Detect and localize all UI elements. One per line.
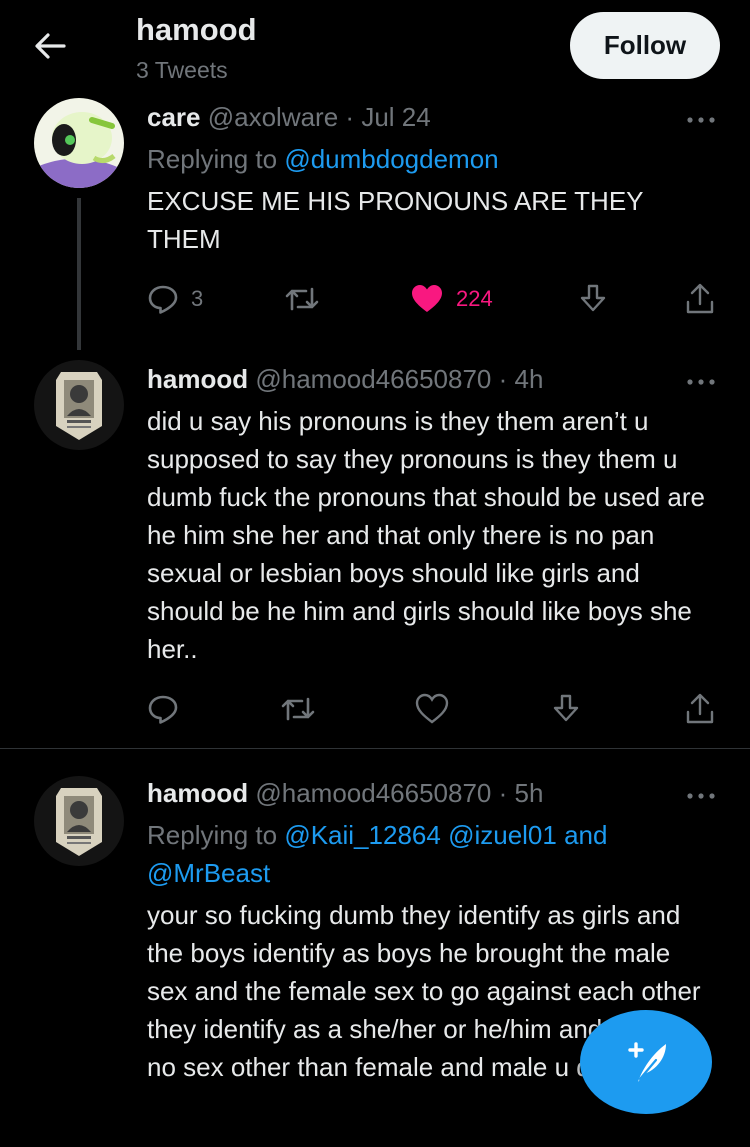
tweet-actions bbox=[0, 692, 750, 732]
more-horizontal-icon bbox=[687, 793, 715, 799]
author-name[interactable]: hamood bbox=[147, 364, 248, 394]
like-button[interactable]: 224 bbox=[410, 282, 493, 316]
mention-link[interactable]: @Kaii_12864 bbox=[284, 820, 441, 850]
tweet-time[interactable]: 4h bbox=[515, 364, 544, 394]
more-button[interactable] bbox=[686, 788, 716, 799]
tweet-time[interactable]: Jul 24 bbox=[361, 102, 430, 132]
compose-tweet-icon bbox=[628, 1042, 666, 1082]
more-horizontal-icon bbox=[687, 379, 715, 385]
bookmark-download-icon bbox=[553, 694, 579, 722]
replying-prefix: Replying to bbox=[147, 144, 278, 174]
tweet-header: hamood @hamood46650870 · 4h bbox=[147, 364, 543, 395]
bookmark-download-icon bbox=[580, 284, 606, 312]
separator: · bbox=[498, 364, 508, 394]
like-button[interactable] bbox=[415, 692, 449, 726]
separator: · bbox=[498, 778, 508, 808]
bookmark-button[interactable] bbox=[551, 692, 581, 726]
player-card-avatar bbox=[34, 360, 124, 450]
author-handle[interactable]: @axolware bbox=[208, 102, 338, 132]
avatar[interactable] bbox=[34, 360, 124, 450]
avatar[interactable] bbox=[34, 776, 124, 866]
player-card-avatar bbox=[34, 776, 124, 866]
reply-bubble-icon bbox=[148, 285, 178, 314]
retweet-button[interactable] bbox=[284, 282, 320, 316]
tweet-header: hamood @hamood46650870 · 5h bbox=[147, 778, 543, 809]
tweet-actions: 3 224 bbox=[0, 282, 750, 322]
more-horizontal-icon bbox=[687, 117, 715, 123]
mention-conjunction[interactable]: and bbox=[564, 820, 607, 850]
replying-to: Replying to @dumbdogdemon bbox=[147, 140, 667, 178]
tweet-1[interactable]: care @axolware · Jul 24 Replying to @dum… bbox=[0, 0, 750, 360]
share-icon bbox=[686, 693, 714, 724]
replying-prefix: Replying to bbox=[147, 820, 278, 850]
retweet-icon bbox=[285, 287, 319, 311]
compose-tweet-button[interactable] bbox=[580, 1010, 712, 1114]
heart-icon bbox=[412, 285, 442, 312]
share-button[interactable] bbox=[684, 282, 716, 316]
avatar[interactable] bbox=[34, 98, 124, 188]
author-name[interactable]: care bbox=[147, 102, 201, 132]
thread-line bbox=[77, 198, 81, 350]
reply-button[interactable] bbox=[147, 692, 179, 726]
tweet-header: care @axolware · Jul 24 bbox=[147, 102, 431, 133]
separator: · bbox=[345, 102, 355, 132]
author-handle[interactable]: @hamood46650870 bbox=[255, 364, 491, 394]
mention-link[interactable]: @MrBeast bbox=[147, 858, 270, 888]
bookmark-button[interactable] bbox=[578, 282, 608, 316]
author-name[interactable]: hamood bbox=[147, 778, 248, 808]
tweet-2[interactable]: hamood @hamood46650870 · 4h did u say hi… bbox=[0, 360, 750, 748]
more-button[interactable] bbox=[686, 112, 716, 123]
tweet-text: did u say his pronouns is they them aren… bbox=[147, 406, 705, 664]
reply-bubble-icon bbox=[148, 695, 178, 724]
author-handle[interactable]: @hamood46650870 bbox=[255, 778, 491, 808]
divider bbox=[0, 748, 750, 749]
retweet-icon bbox=[281, 697, 315, 721]
heart-icon bbox=[415, 693, 449, 724]
share-icon bbox=[686, 283, 714, 314]
share-button[interactable] bbox=[684, 692, 716, 726]
cartoon-character-avatar bbox=[34, 98, 124, 188]
reply-button[interactable]: 3 bbox=[147, 282, 203, 316]
like-count: 224 bbox=[456, 286, 493, 311]
mention-link[interactable]: @dumbdogdemon bbox=[284, 144, 498, 174]
replying-to: Replying to @Kaii_12864 @izuel01 and @Mr… bbox=[147, 816, 667, 892]
tweet-time[interactable]: 5h bbox=[515, 778, 544, 808]
retweet-button[interactable] bbox=[280, 692, 316, 726]
reply-count: 3 bbox=[191, 286, 204, 311]
tweet-text: EXCUSE ME HIS PRONOUNS ARE THEY THEM bbox=[147, 186, 644, 254]
more-button[interactable] bbox=[686, 374, 716, 385]
mention-link[interactable]: @izuel01 bbox=[448, 820, 557, 850]
